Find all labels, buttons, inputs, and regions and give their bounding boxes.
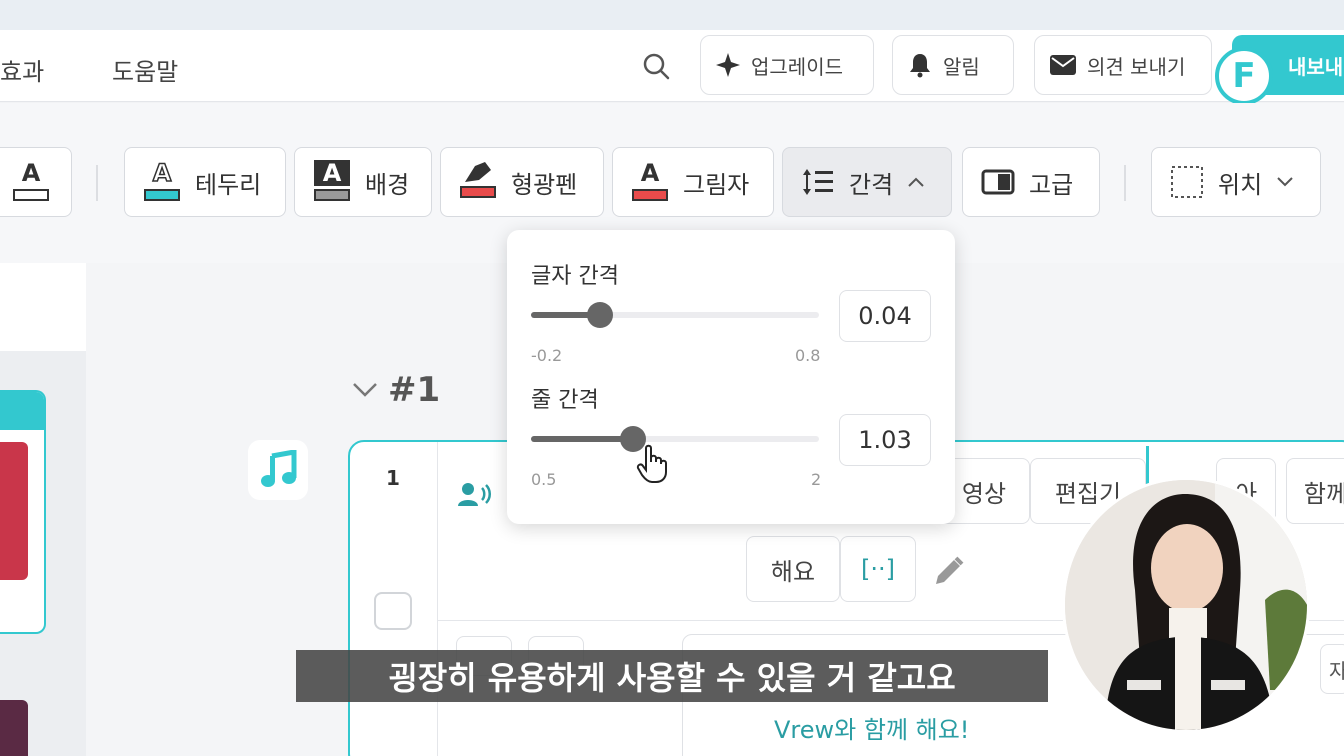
feedback-button[interactable]: 의견 보내기 (1034, 35, 1212, 95)
chevron-up-icon (908, 177, 924, 187)
word-chip[interactable]: 함께 (1286, 458, 1344, 524)
line-spacing-max: 2 (811, 470, 822, 489)
chevron-down-icon (353, 383, 377, 397)
position-icon (1171, 166, 1203, 198)
search-icon (643, 53, 670, 80)
clip-section-label[interactable]: #1 (352, 370, 440, 410)
notifications-button[interactable]: 알림 (892, 35, 1014, 95)
silence-chip[interactable]: [··] (840, 536, 916, 602)
subtitle-text[interactable]: Vrew와 함께 해요! (774, 710, 969, 745)
top-bar: 효과 도움말 업그레이드 알림 의견 보내기 내보내 (0, 30, 1344, 102)
export-label: 내보내 (1288, 54, 1344, 79)
channel-logo: F (1215, 47, 1273, 105)
left-panel-header (0, 263, 86, 351)
side-edge-button[interactable]: 자 (1320, 644, 1344, 694)
shadow-icon: A (631, 160, 669, 204)
chevron-down-icon (1277, 177, 1293, 187)
thumbnail-image (0, 700, 28, 756)
highlighter-icon (459, 160, 497, 204)
letter-spacing-slider[interactable] (531, 302, 819, 328)
text-color-icon: A (12, 160, 50, 204)
position-label: 위치 (1218, 170, 1263, 199)
video-caption: 굉장히 유용하게 사용할 수 있을 거 같고요 (296, 650, 1048, 702)
notifications-label: 알림 (943, 54, 980, 79)
upgrade-button[interactable]: 업그레이드 (700, 35, 874, 95)
pencil-icon[interactable] (930, 554, 966, 594)
upgrade-label: 업그레이드 (751, 54, 843, 79)
background-button[interactable]: A 배경 (294, 147, 432, 217)
slider-fill (531, 436, 633, 442)
outline-icon: A (143, 159, 181, 204)
word-chip[interactable]: 해요 (746, 536, 840, 602)
clip-number: 1 (386, 466, 400, 490)
shadow-label: 그림자 (683, 170, 750, 199)
mail-icon (1050, 55, 1076, 75)
background-icon: A (313, 160, 351, 204)
background-label: 배경 (365, 170, 410, 199)
shadow-button[interactable]: A 그림자 (612, 147, 774, 217)
spacing-label: 간격 (849, 170, 894, 199)
line-spacing-label: 줄 간격 (531, 388, 599, 413)
hand-pointer-icon (636, 444, 670, 488)
menu-help[interactable]: 도움말 (112, 52, 178, 87)
outline-label: 테두리 (195, 170, 262, 199)
search-button[interactable] (636, 46, 676, 86)
presenter-video (1062, 477, 1310, 733)
thumbnail-image (0, 442, 28, 580)
text-color-button[interactable]: A (0, 147, 72, 217)
thumbnail-header (0, 392, 44, 430)
advanced-label: 고급 (1029, 170, 1074, 199)
spacing-popover: 글자 간격 -0.2 0.8 0.04 줄 간격 0.5 2 1.03 (507, 230, 955, 524)
clip-number-column: 1 (350, 442, 438, 756)
slider-handle[interactable] (587, 302, 614, 328)
toolbar-divider (96, 165, 98, 201)
music-note-icon (261, 450, 297, 487)
line-spacing-value[interactable]: 1.03 (839, 414, 931, 466)
letter-spacing-label: 글자 간격 (531, 264, 619, 289)
clip-section-number: #1 (388, 370, 441, 410)
speaker-icon[interactable] (458, 482, 492, 510)
letter-spacing-value[interactable]: 0.04 (839, 290, 931, 342)
line-spacing-slider[interactable] (531, 426, 819, 452)
spacing-button[interactable]: 간격 (782, 147, 952, 217)
menu-effects[interactable]: 효과 (0, 52, 44, 87)
line-spacing-min: 0.5 (531, 470, 557, 489)
letter-spacing-max: 0.8 (795, 346, 821, 365)
music-button[interactable] (248, 440, 308, 500)
feedback-label: 의견 보내기 (1087, 54, 1186, 79)
advanced-button[interactable]: 고급 (962, 147, 1100, 217)
sparkle-icon (716, 53, 740, 77)
toolbar-divider (1124, 165, 1126, 201)
bell-icon (910, 54, 930, 78)
position-button[interactable]: 위치 (1151, 147, 1321, 217)
advanced-style-icon (981, 169, 1015, 195)
outline-button[interactable]: A 테두리 (124, 147, 286, 217)
clip-select-checkbox[interactable] (374, 592, 412, 630)
highlighter-button[interactable]: 형광펜 (440, 147, 604, 217)
line-spacing-icon (803, 169, 833, 195)
top-strip (0, 0, 1344, 30)
highlighter-label: 형광펜 (511, 170, 578, 199)
letter-spacing-min: -0.2 (531, 346, 563, 365)
channel-logo-letter: F (1232, 56, 1256, 96)
